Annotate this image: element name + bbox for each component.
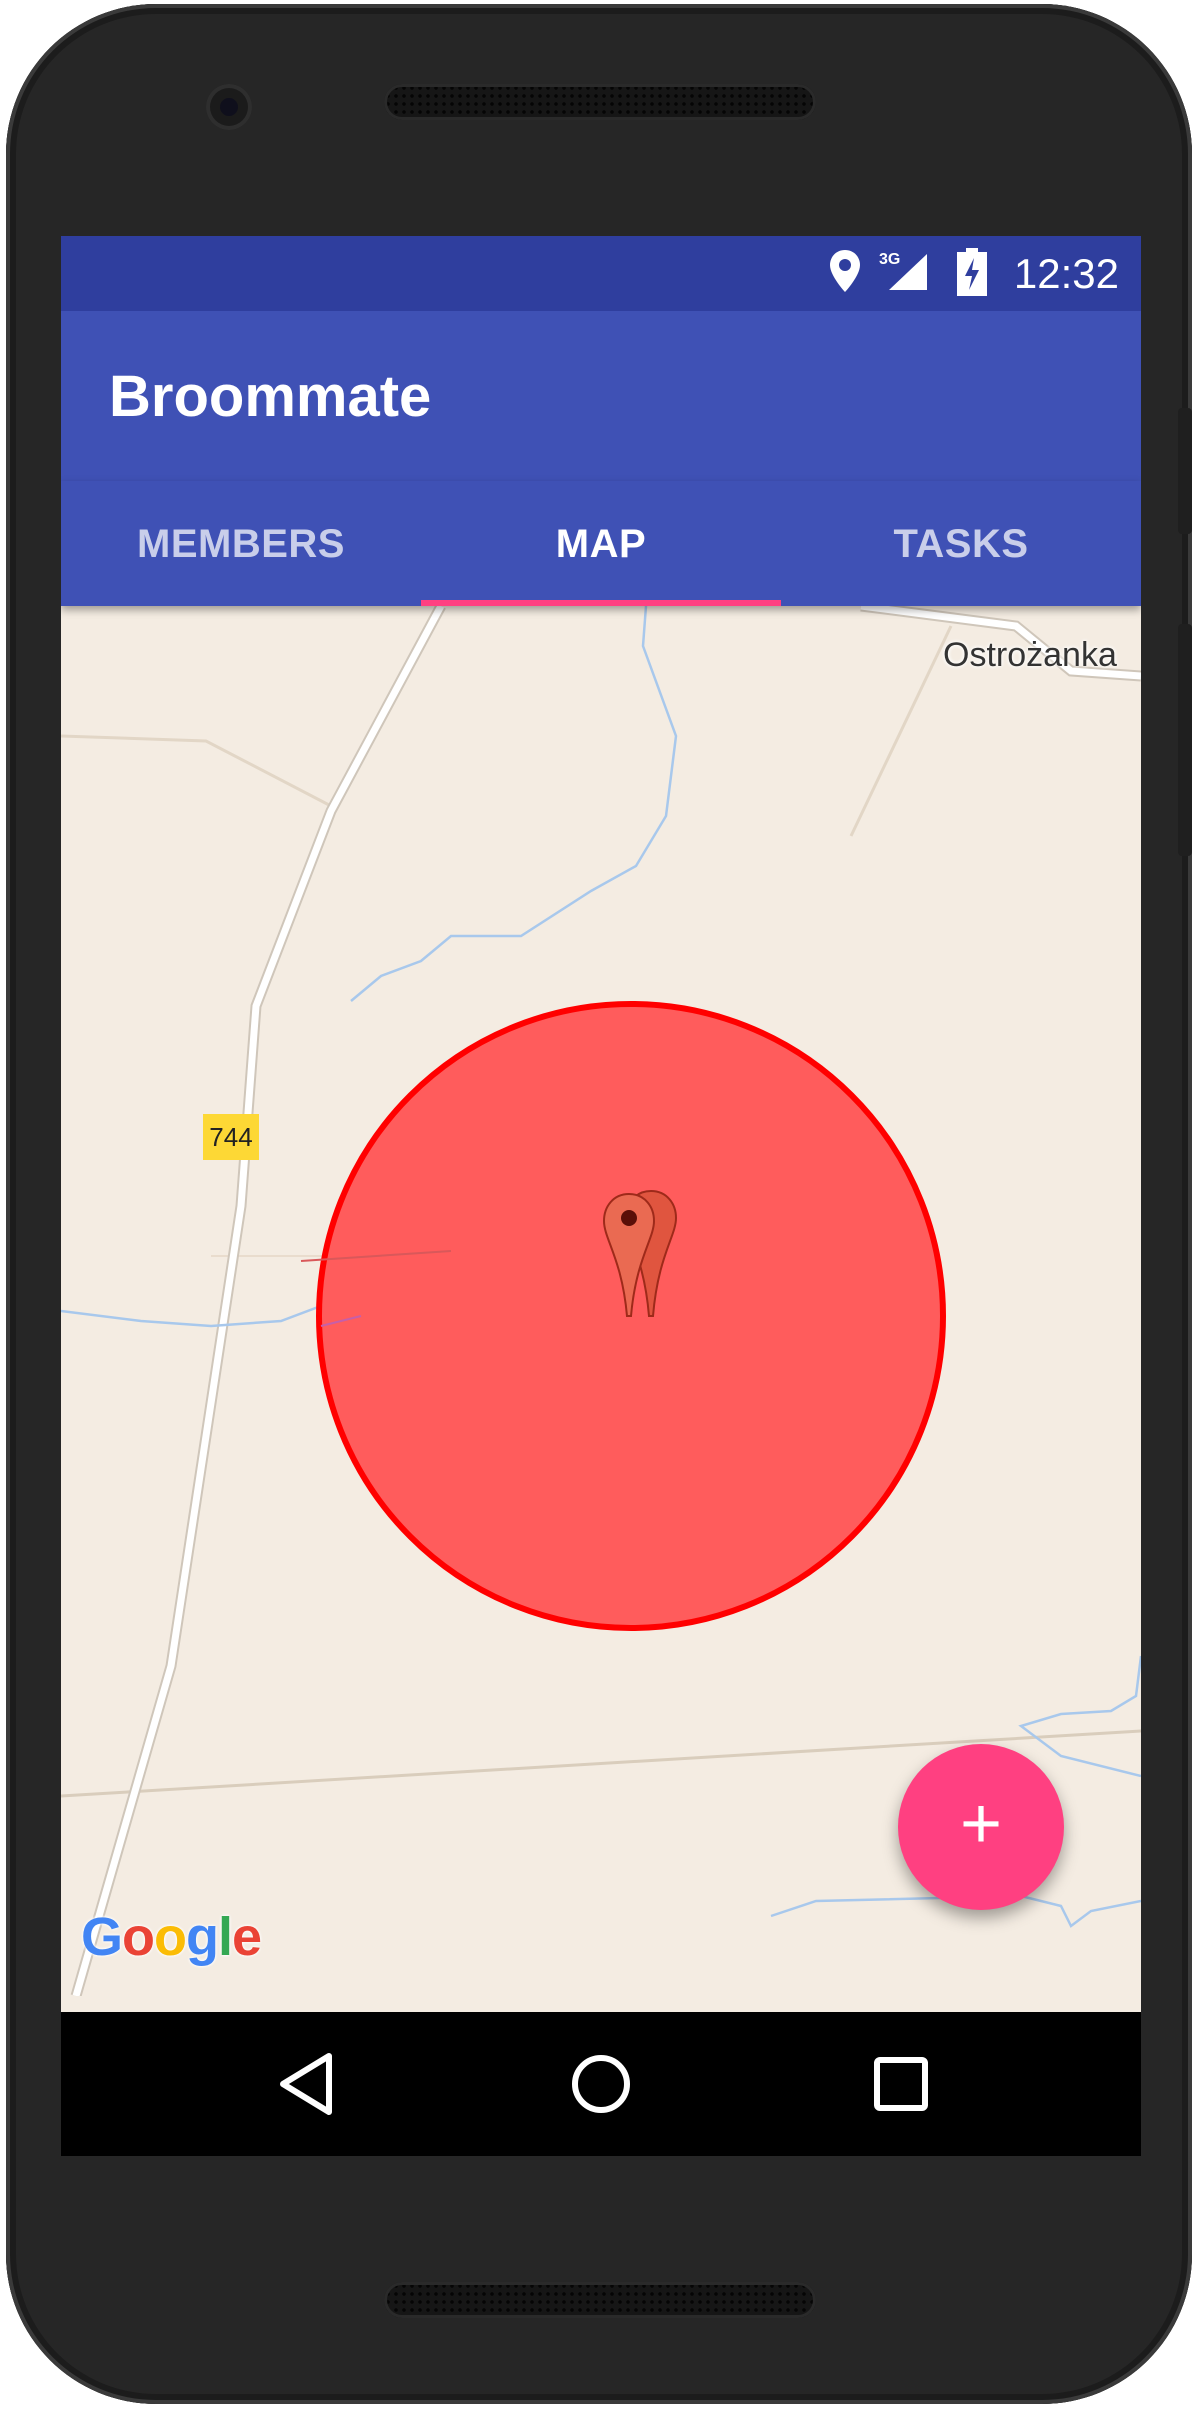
power-button xyxy=(1178,408,1192,534)
plus-icon: + xyxy=(959,1784,1003,1864)
map-view[interactable]: Ostrożanka 744 Google + xyxy=(61,606,1141,1996)
back-icon[interactable] xyxy=(271,2048,343,2120)
signal-icon: 3G xyxy=(879,248,929,304)
google-logo: Google xyxy=(81,1907,262,1967)
home-icon[interactable] xyxy=(565,2048,637,2120)
app-bar: Broommate xyxy=(61,311,1141,481)
volume-button xyxy=(1178,624,1192,856)
road-shield: 744 xyxy=(203,1114,259,1160)
tab-tasks[interactable]: TASKS xyxy=(781,481,1141,606)
tab-members[interactable]: MEMBERS xyxy=(61,481,421,606)
battery-charging-icon xyxy=(957,248,987,306)
place-label: Ostrożanka xyxy=(943,636,1117,674)
front-camera xyxy=(206,84,252,130)
screen: 3G 12:32 Broommate MEMBERS MAP TASKS Ost… xyxy=(61,236,1141,2156)
network-type-label: 3G xyxy=(879,251,900,268)
tab-indicator xyxy=(421,600,781,606)
app-title: Broommate xyxy=(109,364,432,429)
top-speaker xyxy=(384,84,816,120)
tab-map[interactable]: MAP xyxy=(421,481,781,606)
tab-bar: MEMBERS MAP TASKS xyxy=(61,481,1141,606)
clock: 12:32 xyxy=(1013,250,1119,297)
status-bar: 3G 12:32 xyxy=(61,236,1141,311)
bottom-speaker xyxy=(384,2282,816,2318)
recents-icon[interactable] xyxy=(865,2048,937,2120)
navigation-bar xyxy=(61,2012,1141,2156)
add-button[interactable]: + xyxy=(898,1744,1064,1910)
phone-frame: 3G 12:32 Broommate MEMBERS MAP TASKS Ost… xyxy=(6,4,1192,2404)
location-icon xyxy=(828,248,862,304)
